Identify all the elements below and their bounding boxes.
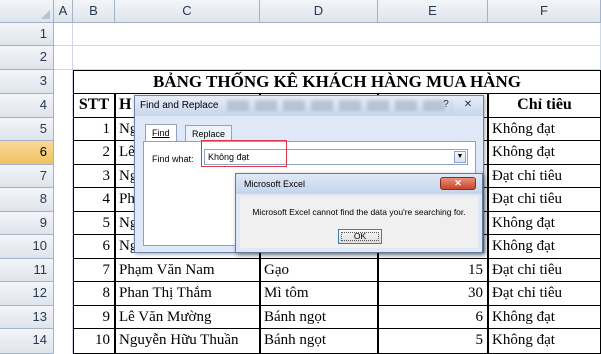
qty-cell[interactable]: 5	[378, 329, 488, 354]
tab-find-label: Find	[152, 128, 170, 138]
row-header-11[interactable]: 11	[0, 259, 54, 282]
row-header-9[interactable]: 9	[0, 212, 54, 235]
tab-find[interactable]: Find	[145, 124, 177, 142]
qty-cell[interactable]: 6	[378, 306, 488, 329]
column-header-e[interactable]: E	[378, 0, 488, 23]
result-cell[interactable]: Không đạt	[488, 118, 601, 141]
stt-cell[interactable]: 6	[73, 235, 115, 259]
column-header-b[interactable]: B	[73, 0, 115, 23]
name-cell[interactable]: Phạm Văn Nam	[115, 259, 260, 282]
stt-cell[interactable]: 1	[73, 118, 115, 141]
item-cell[interactable]: Mì tôm	[260, 282, 378, 306]
message-box-body: Microsoft Excel cannot find the data you…	[240, 196, 478, 248]
qty-cell[interactable]: 30	[378, 282, 488, 306]
row-header-13[interactable]: 13	[0, 306, 54, 329]
close-icon[interactable]: ✕	[459, 98, 477, 112]
row-header-6[interactable]: 6	[0, 141, 54, 165]
result-cell[interactable]: Đạt chỉ tiêu	[488, 259, 601, 282]
ok-button[interactable]: OK	[338, 229, 382, 244]
grid-cell[interactable]	[54, 46, 601, 70]
header-result: Chỉ tiêu	[488, 94, 601, 118]
chevron-down-icon[interactable]: ▼	[454, 151, 466, 163]
message-text: Microsoft Excel cannot find the data you…	[252, 207, 466, 217]
stt-cell[interactable]: 3	[73, 165, 115, 188]
stt-cell[interactable]: 7	[73, 259, 115, 282]
tab-replace-label: Replace	[192, 129, 226, 139]
stt-cell[interactable]: 9	[73, 306, 115, 329]
grid-cell[interactable]	[54, 23, 601, 46]
item-cell[interactable]: Bánh ngọt	[260, 329, 378, 354]
highlight-box	[201, 140, 287, 167]
qty-cell[interactable]: 15	[378, 259, 488, 282]
stt-cell[interactable]: 2	[73, 141, 115, 165]
result-cell[interactable]: Đạt chỉ tiêu	[488, 282, 601, 306]
result-cell[interactable]: Đạt chỉ tiêu	[488, 188, 601, 212]
column-header-a[interactable]: A	[54, 0, 73, 23]
message-box-close-button[interactable]: ✕	[440, 177, 476, 190]
result-cell[interactable]: Không đạt	[488, 212, 601, 235]
column-header-c[interactable]: C	[115, 0, 260, 23]
result-cell[interactable]: Không đạt	[488, 329, 601, 354]
name-cell[interactable]: Lê Văn Mường	[115, 306, 260, 329]
item-cell[interactable]: Gạo	[260, 259, 378, 282]
result-cell[interactable]: Không đạt	[488, 306, 601, 329]
row-header-1[interactable]: 1	[0, 23, 54, 46]
row-header-8[interactable]: 8	[0, 188, 54, 212]
find-replace-title: Find and Replace	[140, 100, 219, 111]
result-cell[interactable]: Không đạt	[488, 141, 601, 165]
message-box: Microsoft Excel ✕ Microsoft Excel cannot…	[235, 173, 483, 253]
column-header-f[interactable]: F	[488, 0, 601, 23]
row-header-3[interactable]: 3	[0, 70, 54, 94]
row-header-2[interactable]: 2	[0, 46, 54, 70]
help-icon[interactable]: ?	[439, 98, 453, 112]
row-header-7[interactable]: 7	[0, 165, 54, 188]
header-stt: STT	[73, 94, 115, 118]
stt-cell[interactable]: 5	[73, 212, 115, 235]
stt-cell[interactable]: 8	[73, 282, 115, 306]
row-header-10[interactable]: 10	[0, 235, 54, 259]
column-header-d[interactable]: D	[260, 0, 378, 23]
row-header-5[interactable]: 5	[0, 118, 54, 141]
table-title: BẢNG THỐNG KÊ KHÁCH HÀNG MUA HÀNG	[73, 70, 601, 94]
result-cell[interactable]: Đạt chỉ tiêu	[488, 165, 601, 188]
row-header-14[interactable]: 14	[0, 329, 54, 354]
stt-cell[interactable]: 4	[73, 188, 115, 212]
message-box-title: Microsoft Excel	[244, 179, 306, 189]
stt-cell[interactable]: 10	[73, 329, 115, 354]
item-cell[interactable]: Bánh ngọt	[260, 306, 378, 329]
result-cell[interactable]: Không đạt	[488, 235, 601, 259]
name-cell[interactable]: Nguyễn Hữu Thuần	[115, 329, 260, 354]
blurred-title-overlay	[227, 100, 452, 111]
row-header-12[interactable]: 12	[0, 282, 54, 306]
name-cell[interactable]: Phan Thị Thắm	[115, 282, 260, 306]
select-all-corner[interactable]	[0, 0, 54, 23]
find-what-label: Find what:	[152, 154, 194, 164]
row-header-4[interactable]: 4	[0, 94, 54, 118]
